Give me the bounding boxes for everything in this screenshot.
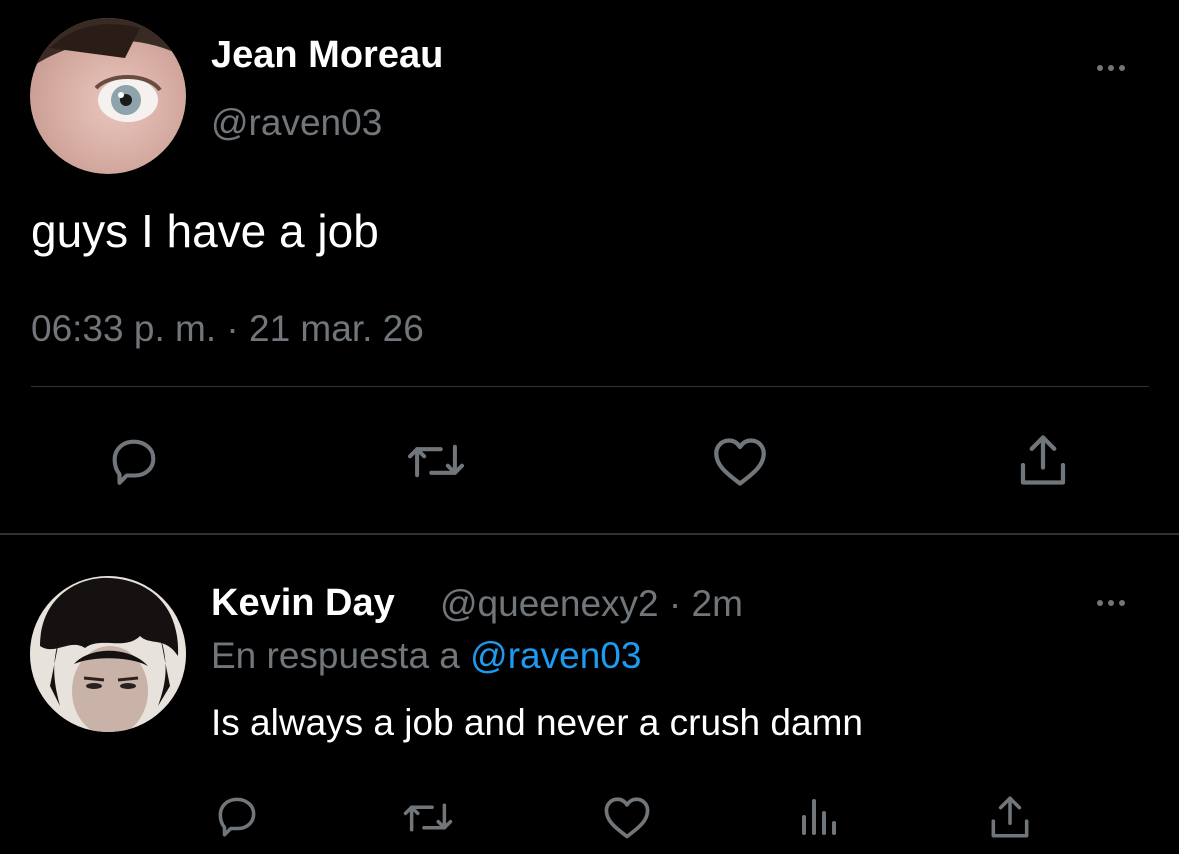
time-ago[interactable]: 2m [692, 583, 743, 624]
reply-icon[interactable] [212, 791, 262, 841]
author-name[interactable]: Jean Moreau [211, 34, 443, 77]
avatar[interactable] [30, 18, 186, 174]
like-icon[interactable] [710, 433, 770, 489]
analytics-icon[interactable] [796, 793, 840, 837]
reply-icon[interactable] [105, 432, 163, 490]
divider [31, 386, 1149, 387]
like-icon[interactable] [601, 793, 653, 841]
divider [0, 533, 1179, 535]
author-handle[interactable]: @queenexy2 [440, 583, 659, 624]
avatar-photo [30, 18, 186, 122]
reply-meta: @queenexy2 · 2m [440, 583, 743, 625]
avatar[interactable] [30, 576, 186, 732]
more-options-icon[interactable] [1097, 600, 1125, 606]
reply-text: Is always a job and never a crush damn [211, 702, 863, 743]
tweet-text: guys I have a job [31, 205, 379, 257]
author-handle[interactable]: @raven03 [211, 102, 382, 144]
avatar-photo [30, 576, 186, 732]
share-icon[interactable] [1015, 430, 1071, 490]
in-reply-to-handle-link[interactable]: @raven03 [470, 635, 641, 676]
more-options-icon[interactable] [1097, 65, 1125, 71]
tweet-timestamp[interactable]: 06:33 p. m. · 21 mar. 26 [31, 308, 424, 350]
retweet-icon[interactable] [401, 795, 455, 840]
meta-separator: · [668, 583, 682, 624]
retweet-icon[interactable] [405, 435, 467, 487]
in-reply-to: En respuesta a @raven03 [211, 635, 641, 677]
in-reply-to-label: En respuesta a [211, 635, 460, 676]
share-icon[interactable] [987, 792, 1033, 842]
author-name[interactable]: Kevin Day [211, 582, 395, 625]
